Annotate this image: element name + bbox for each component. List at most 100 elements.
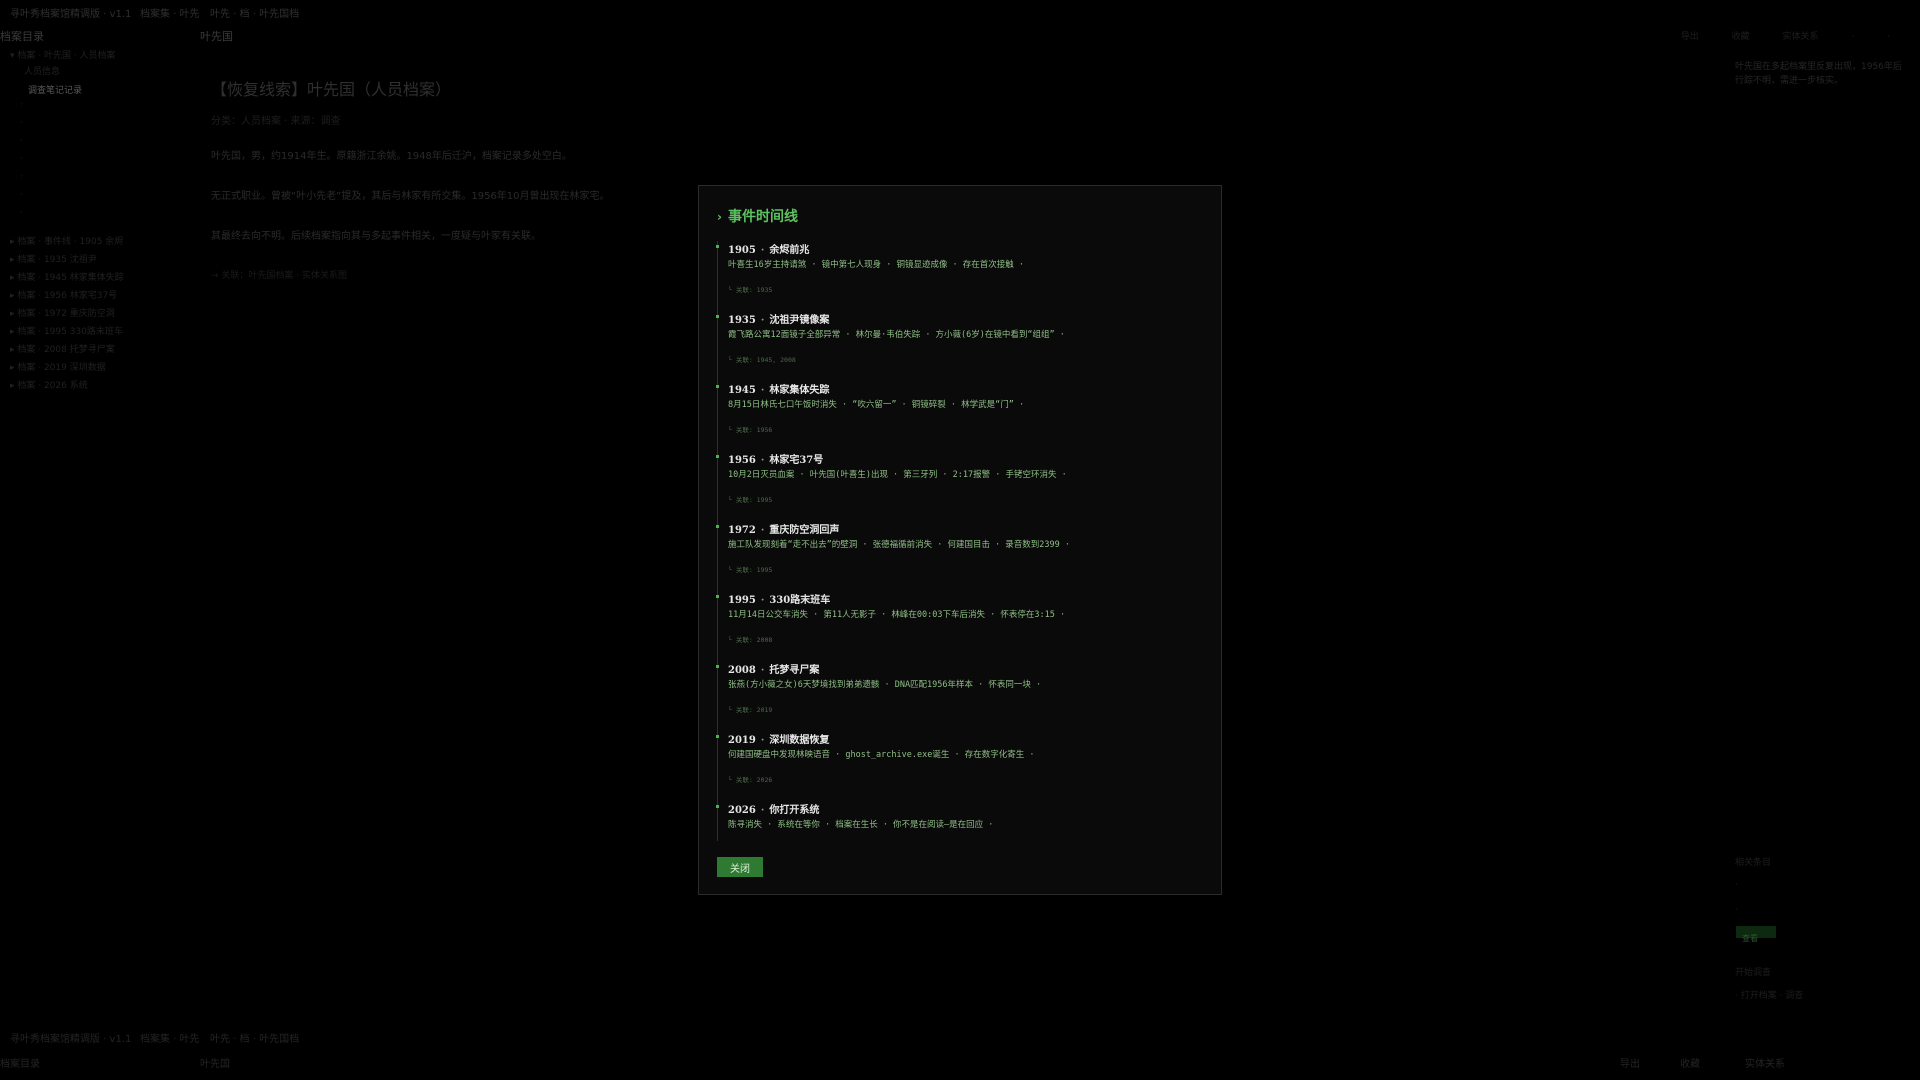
export-button[interactable]: 导出 — [1681, 32, 1699, 42]
start-investigation-link[interactable]: 开始调查 — [1735, 965, 1771, 978]
document-paragraph: 无正式职业。曾被“叶小先老”提及，其后与林家有所交集。1956年10月曾出现在林… — [211, 191, 610, 202]
tree-item[interactable]: ▸ 档案 · 1956 林家宅37号 — [10, 288, 117, 301]
tree-item[interactable]: ▸ 档案 · 事件线 · 1905 余烬 — [10, 234, 123, 247]
chevron-right-icon: › — [717, 210, 722, 224]
tree-item[interactable]: · — [20, 208, 23, 218]
tree-item[interactable]: ▸ 档案 · 1935 沈祖尹 — [10, 252, 97, 265]
relations-button[interactable]: 实体关系 — [1782, 32, 1818, 42]
timeline-dot-icon — [716, 525, 719, 528]
event-related[interactable]: └ 关联: 1956 — [728, 424, 772, 434]
tree-item-active[interactable]: 调查笔记记录 — [28, 83, 82, 96]
tree-item[interactable]: 人员信息 — [24, 64, 60, 77]
timeline-event: 2026 · 你打开系统 陈寻消失 · 系统在等你 · 档案在生长 · 你不是在阅读… — [716, 801, 1208, 841]
event-related[interactable]: └ 关联: 1995 — [728, 494, 772, 504]
event-description: 施工队发现刻着“走不出去”的壁洞 · 张德福循前消失 · 何建国目击 · 录音数… — [728, 540, 1070, 550]
event-heading: 2026 · 你打开系统 — [728, 805, 820, 816]
breadcrumb-file[interactable]: 叶先 · 档 · 叶先国档 — [210, 5, 299, 20]
breadcrumb-collection[interactable]: 档案集 · 叶先 — [140, 5, 200, 20]
toolbar-more[interactable]: · — [1851, 32, 1854, 42]
toolbar-more-2[interactable]: · — [1887, 32, 1890, 42]
tree-item[interactable]: · — [20, 118, 23, 128]
secondary-export-button[interactable]: 导出 — [1620, 1055, 1640, 1070]
event-description: 张燕(方小薇之女)6天梦境找到弟弟遗骸 · DNA匹配1956年样本 · 怀表同… — [728, 680, 1042, 690]
open-file-title: 叶先国 — [200, 30, 233, 43]
related-heading: 相关条目 — [1735, 858, 1772, 868]
event-heading: 1945 · 林家集体失踪 — [728, 385, 830, 396]
timeline-dot-icon — [716, 595, 719, 598]
timeline-dot-icon — [716, 735, 719, 738]
event-heading: 1956 · 林家宅37号 — [728, 455, 824, 466]
secondary-favorite-button[interactable]: 收藏 — [1680, 1055, 1700, 1070]
sidebar-title: 档案目录 — [0, 30, 44, 43]
timeline-modal: › 事件时间线 1905 · 余烬前兆 叶喜生16岁主持请煞 · 镜中第七人现身 · … — [698, 185, 1222, 895]
timeline-event: 2019 · 深圳数据恢复 何建国硬盘中发现林映语音 · ghost_archive… — [716, 731, 1208, 801]
tree-item[interactable]: · — [20, 172, 23, 182]
event-description: 何建国硬盘中发现林映语音 · ghost_archive.exe诞生 · 存在数… — [728, 750, 1035, 760]
event-related[interactable]: └ 关联: 1945, 2008 — [728, 354, 796, 364]
timeline-event: 2008 · 托梦寻尸案 张燕(方小薇之女)6天梦境找到弟弟遗骸 · DNA匹配19… — [716, 661, 1208, 731]
title-bar: 寻叶秀档案馆精调版 · v1.1 档案集 · 叶先 叶先 · 档 · 叶先国档 — [0, 0, 1920, 22]
secondary-breadcrumb[interactable]: 档案集 · 叶先 — [140, 1030, 200, 1045]
secondary-file-title: 叶先国 — [200, 1059, 230, 1070]
timeline-dot-icon — [716, 315, 719, 318]
related-item[interactable]: · — [1735, 905, 1738, 915]
timeline-event: 1935 · 沈祖尹镜像案 霞飞路公寓12面镜子全部异常 · 林尔曼·韦伯失踪 · … — [716, 311, 1208, 381]
timeline-event: 1972 · 重庆防空洞回声 施工队发现刻着“走不出去”的壁洞 · 张德福循前消失 … — [716, 521, 1208, 591]
app-title: 寻叶秀档案馆精调版 · v1.1 — [10, 9, 132, 20]
tree-item[interactable]: ▸ 档案 · 1995 330路末班车 — [10, 324, 123, 337]
event-related[interactable]: └ 关联: 1935 — [728, 284, 772, 294]
event-related[interactable]: └ 关联: 2026 — [728, 774, 772, 784]
tree-item[interactable]: · — [20, 190, 23, 200]
close-button[interactable]: 关闭 — [717, 857, 763, 877]
event-related[interactable]: └ 关联: 2008 — [728, 634, 772, 644]
tree-item[interactable]: ▾ 档案 · 叶先国 · 人员档案 — [10, 48, 116, 61]
secondary-sidebar-title: 档案目录 — [0, 1059, 40, 1070]
event-description: 8月15日林氏七口午饭时消失 · “吹六留一” · 铜镜碎裂 · 林学武是“门”… — [728, 400, 1025, 410]
document-meta: 分类：人员档案 · 来源：调查 — [211, 116, 341, 127]
modal-title: › 事件时间线 — [717, 209, 798, 225]
toolbar-actions: 导出 收藏 实体关系 · · — [1651, 29, 1890, 42]
event-heading: 2008 · 托梦寻尸案 — [728, 665, 820, 676]
tree-item[interactable]: ▸ 档案 · 1945 林家集体失踪 — [10, 270, 124, 283]
document-paragraph: 其最终去向不明。后续档案指向其与多起事件相关，一度疑与叶家有关联。 — [211, 231, 541, 242]
timeline-dot-icon — [716, 245, 719, 248]
related-item[interactable]: · — [1735, 880, 1738, 890]
event-heading: 1905 · 余烬前兆 — [728, 245, 810, 256]
view-badge[interactable]: 查看 — [1736, 926, 1776, 943]
event-related[interactable]: └ 关联: 1995 — [728, 564, 772, 574]
event-description: 叶喜生16岁主持请煞 · 镜中第七人现身 · 铜镜显迹成像 · 存在首次接触 · — [728, 260, 1025, 270]
tree-item[interactable]: ▸ 档案 · 2026 系统 — [10, 378, 88, 391]
timeline-dot-icon — [716, 665, 719, 668]
secondary-app-title: 寻叶秀档案馆精调版 · v1.1 — [10, 1034, 132, 1045]
event-description: 陈寻消失 · 系统在等你 · 档案在生长 · 你不是在阅读—是在回应 · — [728, 820, 994, 830]
tree-item[interactable]: · — [20, 154, 23, 164]
open-archive-link[interactable]: · 打开档案 · 调查 — [1735, 988, 1803, 1001]
timeline-event: 1905 · 余烬前兆 叶喜生16岁主持请煞 · 镜中第七人现身 · 铜镜显迹成像 … — [716, 241, 1208, 311]
tree-item[interactable]: · — [20, 136, 23, 146]
timeline-dot-icon — [716, 385, 719, 388]
tree-item[interactable]: ▸ 档案 · 1972 重庆防空洞 — [10, 306, 115, 319]
timeline-dot-icon — [716, 455, 719, 458]
tree-item[interactable]: · — [20, 100, 23, 110]
tree-item[interactable]: ▸ 档案 · 2019 深圳数据 — [10, 360, 106, 373]
side-note: 叶先国在多起档案里反复出现，1956年后行踪不明，需进一步核实。 — [1735, 62, 1902, 86]
event-description: 10月2日灭员血案 · 叶先国(叶喜生)出现 · 第三牙列 · 2:17报警 ·… — [728, 470, 1067, 480]
event-heading: 2019 · 深圳数据恢复 — [728, 735, 830, 746]
event-heading: 1935 · 沈祖尹镜像案 — [728, 315, 830, 326]
document-paragraph: 叶先国，男，约1914年生。原籍浙江余姚。1948年后迁沪，档案记录多处空白。 — [211, 151, 572, 162]
secondary-breadcrumb-file[interactable]: 叶先 · 档 · 叶先国档 — [210, 1030, 299, 1045]
favorite-button[interactable]: 收藏 — [1732, 32, 1750, 42]
tree-item[interactable]: ▸ 档案 · 2008 托梦寻尸案 — [10, 342, 115, 355]
document-title: 【恢复线索】叶先国（人员档案） — [211, 80, 452, 99]
timeline-event: 1956 · 林家宅37号 10月2日灭员血案 · 叶先国(叶喜生)出现 · 第三牙… — [716, 451, 1208, 521]
timeline-event: 1945 · 林家集体失踪 8月15日林氏七口午饭时消失 · “吹六留一” · 铜镜… — [716, 381, 1208, 451]
event-heading: 1995 · 330路末班车 — [728, 595, 831, 606]
event-description: 11月14日公交车消失 · 第11人无影子 · 林峰在00:03下车后消失 · … — [728, 610, 1066, 620]
timeline-dot-icon — [716, 805, 719, 808]
document-link[interactable]: → 关联：叶先国档案 · 实体关系图 — [211, 268, 347, 281]
event-heading: 1972 · 重庆防空洞回声 — [728, 525, 840, 536]
event-related[interactable]: └ 关联: 2019 — [728, 704, 772, 714]
event-description: 霞飞路公寓12面镜子全部异常 · 林尔曼·韦伯失踪 · 方小薇(6岁)在镜中看到… — [728, 330, 1065, 340]
secondary-relations-button[interactable]: 实体关系 — [1745, 1055, 1785, 1070]
timeline-event: 1995 · 330路末班车 11月14日公交车消失 · 第11人无影子 · 林峰在… — [716, 591, 1208, 661]
